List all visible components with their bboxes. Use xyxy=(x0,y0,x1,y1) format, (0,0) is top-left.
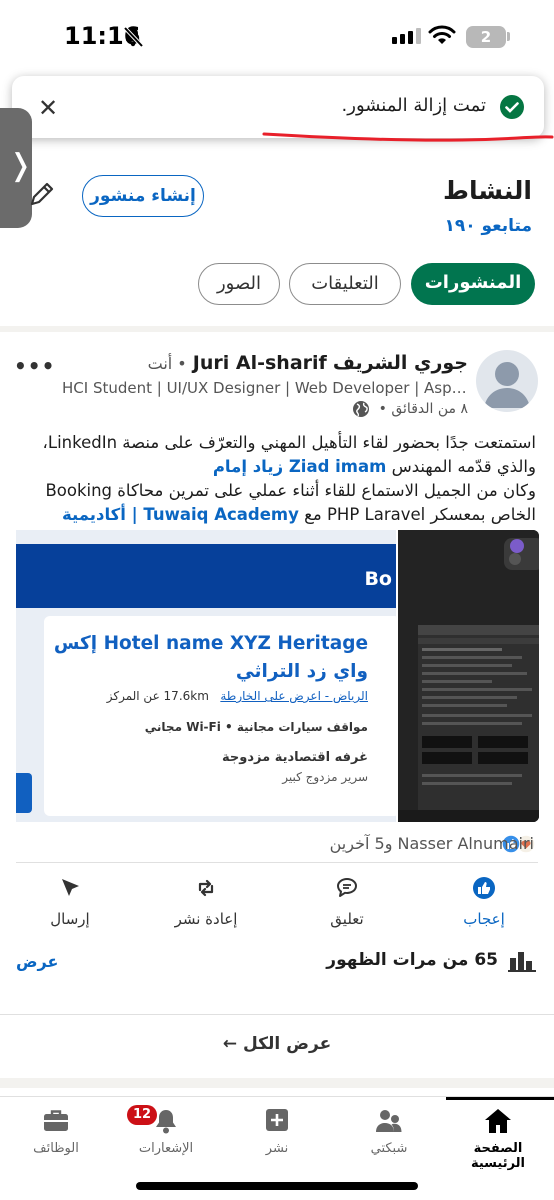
bell-off-icon xyxy=(123,26,144,48)
screen-photo xyxy=(398,530,539,822)
section-divider xyxy=(0,1078,554,1088)
send-label: إرسال xyxy=(50,910,90,928)
author-name-ar: جوري الشريف xyxy=(332,352,468,374)
post-text-line: والذي قدّمه المهندس Ziad imam زياد إمام xyxy=(16,455,536,479)
show-all-button[interactable]: عرض الكل ← xyxy=(0,1034,554,1054)
nav-home[interactable]: الصفحة الرئيسية xyxy=(448,1107,548,1171)
repost-label: إعادة نشر xyxy=(174,910,238,928)
comment-label: تعليق xyxy=(330,910,364,928)
repost-icon xyxy=(198,879,214,897)
avatar[interactable] xyxy=(476,350,538,412)
nav-network-label: شبكتي xyxy=(370,1141,408,1156)
image-header-band xyxy=(16,544,396,608)
red-underline-annotation xyxy=(262,132,554,142)
post-image-booking[interactable]: Bo Hotel name XYZ Heritage إكس واي زد ال… xyxy=(16,530,396,822)
notification-badge: 12 xyxy=(127,1105,157,1125)
like-button[interactable]: إعجاب xyxy=(429,876,539,928)
impressions-count: 65 من مرات الظهور xyxy=(326,950,498,970)
battery-icon: 2 xyxy=(466,26,506,48)
chevron-right-icon: ❭ xyxy=(8,148,34,183)
followers-count[interactable]: متابعو ١٩٠ xyxy=(444,216,532,236)
post-text-line: استمتعت جدًا بحضور لقاء التأهيل المهني و… xyxy=(42,433,536,452)
you-label: • أنت xyxy=(147,354,187,373)
pencil-icon[interactable] xyxy=(28,180,56,208)
nav-notifications-label: الإشعارات xyxy=(138,1141,194,1156)
hotel-name: Hotel name XYZ Heritage إكس واي زد الترا… xyxy=(53,633,368,682)
people-icon xyxy=(376,1110,402,1132)
briefcase-icon xyxy=(44,1110,68,1131)
post-text-fragment: الخاص بمعسكر PHP Laravel مع xyxy=(298,505,536,524)
post-image-screenshot[interactable] xyxy=(398,530,539,822)
more-options-icon[interactable]: ••• xyxy=(14,354,55,378)
nav-home-label: الصفحة الرئيسية xyxy=(470,1141,526,1171)
reactions-summary[interactable]: Nasser Alnumairi و5 آخرين xyxy=(330,834,534,853)
author-line[interactable]: جوري الشريف Juri Al-sharif • أنت xyxy=(148,352,468,374)
image-button xyxy=(16,773,32,813)
nav-jobs[interactable]: الوظائف xyxy=(6,1107,106,1156)
close-icon[interactable]: ✕ xyxy=(38,94,58,122)
toast-message: تمت إزالة المنشور. xyxy=(341,95,486,116)
author-name-en: Juri Al-sharif xyxy=(192,352,327,374)
tab-photos[interactable]: الصور xyxy=(198,263,280,305)
room-type: غرفه اقتصادية مزدوجة xyxy=(222,750,368,765)
send-button[interactable]: إرسال xyxy=(15,876,125,928)
side-drawer-handle[interactable]: ❭ xyxy=(0,108,34,228)
status-bar: 11:16 2 xyxy=(0,0,554,70)
nav-post[interactable]: نشر xyxy=(227,1107,327,1156)
comment-icon xyxy=(337,878,357,897)
home-indicator xyxy=(136,1182,418,1190)
like-label: إعجاب xyxy=(463,910,505,928)
post-divider xyxy=(16,862,538,863)
nav-network[interactable]: شبكتي xyxy=(339,1107,439,1156)
check-circle-icon xyxy=(500,95,524,119)
battery-tip xyxy=(507,32,510,41)
map-link: الرياض - اعرض على الخارطة xyxy=(220,689,368,703)
hotel-distance: 17.6km عن المركز xyxy=(106,689,209,703)
comment-button[interactable]: تعليق xyxy=(292,876,402,928)
view-analytics-link[interactable]: عرض xyxy=(16,952,58,971)
thumbs-up-icon xyxy=(473,877,495,899)
mention-link[interactable]: Ziad imam زياد إمام xyxy=(213,457,387,476)
globe-icon xyxy=(353,401,369,417)
tab-posts[interactable]: المنشورات xyxy=(411,263,535,305)
page-title: النشاط xyxy=(443,176,532,205)
analytics-bar-icon xyxy=(508,952,536,972)
create-post-button[interactable]: إنشاء منشور xyxy=(82,175,204,217)
nav-active-indicator xyxy=(446,1097,554,1100)
image-header-text: Bo xyxy=(364,568,392,590)
hotel-amenities: مواقف سيارات مجانية • Wi-Fi مجاني xyxy=(144,720,368,734)
post-text-line: وكان من الجميل الاستماع للقاء أثناء عملي… xyxy=(45,481,536,500)
plus-square-icon xyxy=(266,1109,288,1131)
nav-jobs-label: الوظائف xyxy=(33,1141,79,1156)
send-icon xyxy=(62,879,79,896)
signal-icon xyxy=(392,28,421,44)
wifi-icon xyxy=(428,25,456,44)
post-time: ٨ من الدقائق • xyxy=(378,401,468,417)
person-icon xyxy=(484,362,530,408)
author-headline: HCI Student | UI/UX Designer | Web Devel… xyxy=(62,379,467,397)
tab-comments[interactable]: التعليقات xyxy=(289,263,401,305)
home-icon xyxy=(485,1109,511,1133)
repost-button[interactable]: إعادة نشر xyxy=(151,876,261,928)
separator xyxy=(0,1014,554,1015)
post-text-fragment: والذي قدّمه المهندس xyxy=(386,457,536,476)
hotel-location: الرياض - اعرض على الخارطة 17.6km عن المر… xyxy=(107,689,368,703)
section-divider xyxy=(0,326,554,332)
nav-post-label: نشر xyxy=(265,1141,289,1156)
bed-type: سرير مزدوج كبير xyxy=(282,770,368,784)
